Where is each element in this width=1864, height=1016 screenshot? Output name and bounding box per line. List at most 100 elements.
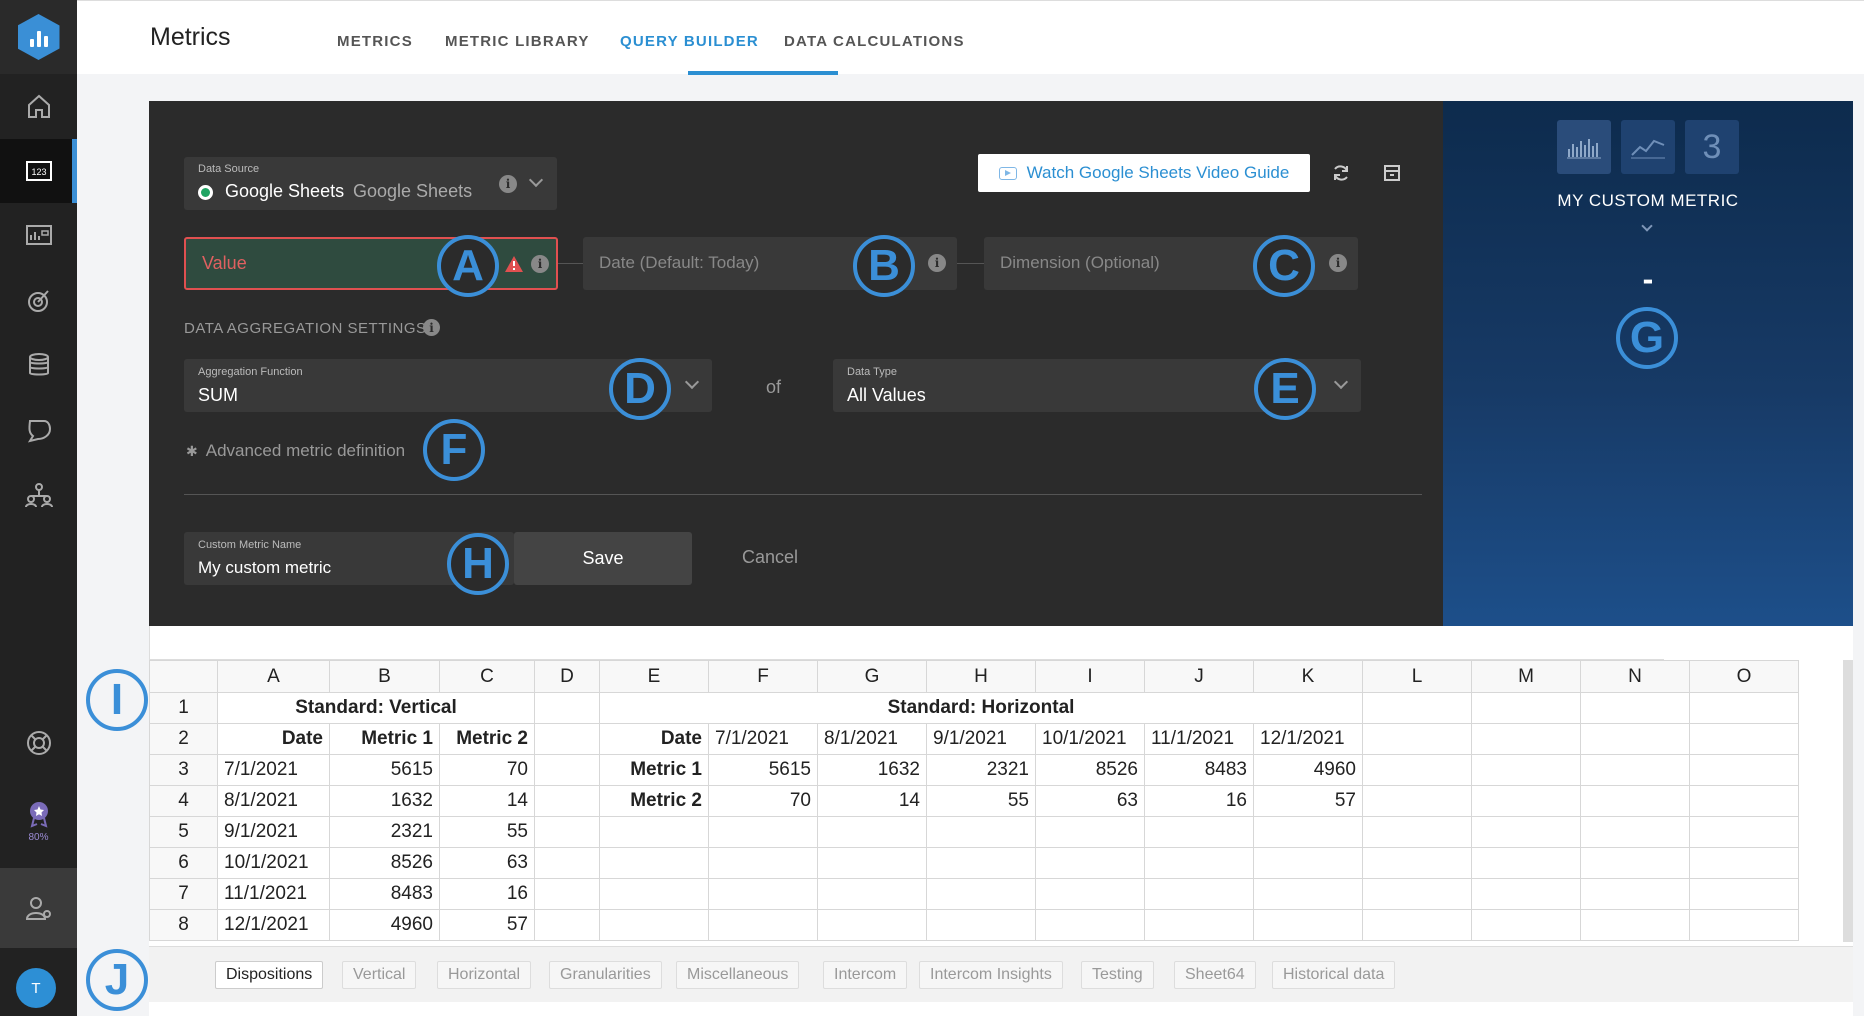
advanced-metric-link[interactable]: ✱ Advanced metric definition <box>186 441 405 461</box>
row-header[interactable]: 2 <box>149 723 218 755</box>
refresh-icon[interactable] <box>1331 163 1351 183</box>
column-header[interactable]: M <box>1471 660 1581 693</box>
cell[interactable]: 4960 <box>329 909 440 941</box>
cell[interactable] <box>599 847 709 879</box>
cell[interactable] <box>1580 754 1690 786</box>
info-icon[interactable]: i <box>531 255 549 273</box>
cell[interactable] <box>534 816 600 848</box>
column-header[interactable]: H <box>926 660 1036 693</box>
sheet-tab[interactable]: Intercom <box>823 961 908 989</box>
cell[interactable] <box>534 909 600 941</box>
save-button[interactable]: Save <box>514 532 692 585</box>
column-header[interactable]: J <box>1144 660 1254 693</box>
cell[interactable] <box>1144 909 1254 941</box>
cell[interactable]: Metric 2 <box>599 785 709 817</box>
viz-bar-chart-button[interactable] <box>1557 120 1611 174</box>
cell[interactable] <box>534 723 600 755</box>
sidebar-item-data[interactable] <box>0 333 77 397</box>
cell[interactable]: 57 <box>1253 785 1363 817</box>
row-header[interactable]: 6 <box>149 847 218 879</box>
sidebar-item-help[interactable] <box>0 711 77 775</box>
cell[interactable] <box>1144 847 1254 879</box>
column-header[interactable]: E <box>599 660 709 693</box>
row-header[interactable]: 8 <box>149 909 218 941</box>
cell[interactable] <box>1035 847 1145 879</box>
cell[interactable] <box>1471 723 1581 755</box>
sidebar-item-user-settings[interactable] <box>0 868 77 948</box>
cell[interactable] <box>817 847 927 879</box>
sheet-tab[interactable]: Horizontal <box>437 961 532 989</box>
cell[interactable]: Date <box>599 723 709 755</box>
cell[interactable]: 8/1/2021 <box>217 785 330 817</box>
user-avatar[interactable]: T <box>16 968 56 1008</box>
corner-cell[interactable] <box>149 660 218 693</box>
cell[interactable] <box>1689 754 1799 786</box>
cell[interactable]: Standard: Vertical <box>217 692 535 724</box>
cell[interactable]: 70 <box>708 785 818 817</box>
app-logo[interactable] <box>0 0 77 74</box>
cell[interactable] <box>708 816 818 848</box>
sidebar-item-team[interactable] <box>0 463 77 527</box>
cell[interactable] <box>534 878 600 910</box>
cell[interactable]: 8526 <box>329 847 440 879</box>
cell[interactable] <box>1689 909 1799 941</box>
cell[interactable]: 12/1/2021 <box>1253 723 1363 755</box>
cell[interactable] <box>1471 692 1581 724</box>
cell[interactable] <box>708 847 818 879</box>
cell[interactable] <box>708 909 818 941</box>
cell[interactable]: 4960 <box>1253 754 1363 786</box>
column-header[interactable]: C <box>439 660 535 693</box>
column-header[interactable]: D <box>534 660 600 693</box>
cell[interactable] <box>1689 692 1799 724</box>
cell[interactable] <box>1471 816 1581 848</box>
cell[interactable]: 2321 <box>329 816 440 848</box>
cell[interactable] <box>534 847 600 879</box>
row-header[interactable]: 5 <box>149 816 218 848</box>
column-header[interactable]: I <box>1035 660 1145 693</box>
cell[interactable] <box>1362 878 1472 910</box>
cell[interactable] <box>534 785 600 817</box>
cancel-button[interactable]: Cancel <box>742 547 798 568</box>
cell[interactable] <box>926 878 1036 910</box>
cell[interactable] <box>1471 754 1581 786</box>
cell[interactable] <box>1689 847 1799 879</box>
sidebar-item-home[interactable] <box>0 74 77 138</box>
row-header[interactable]: 3 <box>149 754 218 786</box>
tab-metrics[interactable]: METRICS <box>337 33 413 50</box>
cell[interactable]: Metric 2 <box>439 723 535 755</box>
cell[interactable] <box>1362 785 1472 817</box>
cell[interactable]: Metric 1 <box>599 754 709 786</box>
cell[interactable]: 1632 <box>817 754 927 786</box>
cell[interactable]: 55 <box>926 785 1036 817</box>
cell[interactable] <box>1471 847 1581 879</box>
sheet-tab[interactable]: Vertical <box>342 961 417 989</box>
cell[interactable]: 9/1/2021 <box>217 816 330 848</box>
sidebar-item-metrics[interactable]: 123 <box>0 139 77 203</box>
cell[interactable]: 8483 <box>1144 754 1254 786</box>
sidebar-item-goals[interactable] <box>0 268 77 332</box>
column-header[interactable]: O <box>1689 660 1799 693</box>
cell[interactable] <box>926 847 1036 879</box>
column-header[interactable]: G <box>817 660 927 693</box>
column-header[interactable]: N <box>1580 660 1690 693</box>
cell[interactable] <box>1362 754 1472 786</box>
cell[interactable] <box>1580 723 1690 755</box>
cell[interactable]: 63 <box>439 847 535 879</box>
sheet-tab[interactable]: Dispositions <box>215 961 324 989</box>
cell[interactable] <box>1580 847 1690 879</box>
data-source-dropdown[interactable]: Data Source Google Sheets Google Sheets … <box>184 157 557 210</box>
cell[interactable]: 2321 <box>926 754 1036 786</box>
cell[interactable] <box>1362 909 1472 941</box>
sidebar-item-dashboards[interactable] <box>0 203 77 267</box>
sheet-tab[interactable]: Testing <box>1081 961 1154 989</box>
cell[interactable]: 16 <box>1144 785 1254 817</box>
cell[interactable]: 16 <box>439 878 535 910</box>
cell[interactable]: 8483 <box>329 878 440 910</box>
sidebar-item-comments[interactable] <box>0 398 77 462</box>
cell[interactable] <box>708 878 818 910</box>
cell[interactable] <box>1689 816 1799 848</box>
column-header[interactable]: B <box>329 660 440 693</box>
cell[interactable] <box>1362 723 1472 755</box>
cell[interactable]: 70 <box>439 754 535 786</box>
cell[interactable] <box>1035 909 1145 941</box>
